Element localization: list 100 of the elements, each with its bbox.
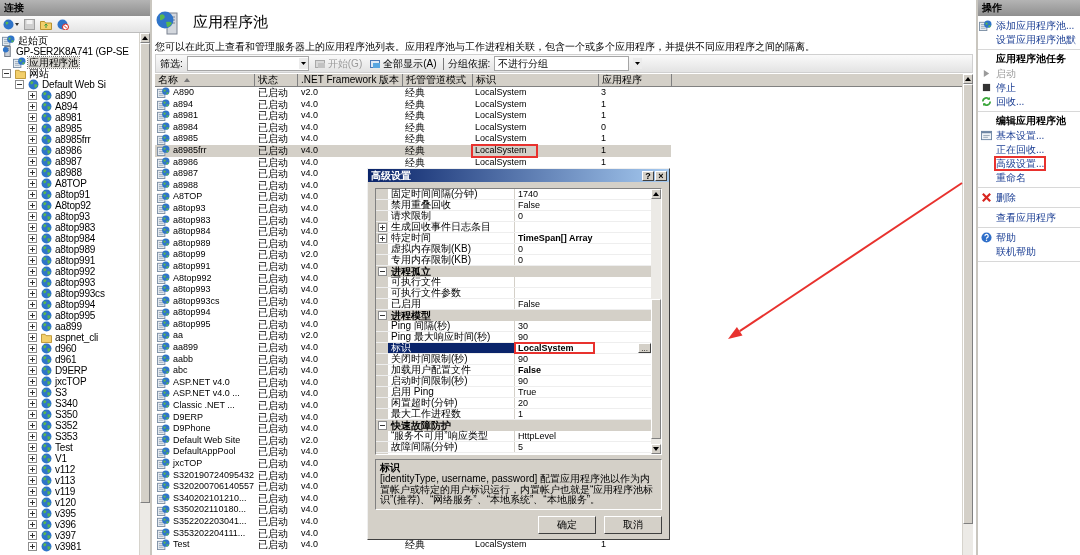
table-cell-text: 经典 (404, 144, 425, 157)
table-cell-text: v4.0 (300, 539, 318, 551)
table-cell-text: v4.0 (300, 260, 318, 273)
table-cell-text: 已启动 (257, 492, 288, 505)
table-cell: a8top989 (172, 237, 211, 250)
table-cell-text: 已启动 (257, 307, 288, 319)
table-cell-text: 已启动 (257, 226, 288, 238)
table-cell-text: 已启动 (257, 249, 288, 261)
table-cell-text: 已启动 (257, 272, 288, 284)
table-cell: a8top984 (172, 226, 211, 238)
table-cell-text: LocalSystem (474, 98, 528, 111)
table-cell-text: 已启动 (257, 98, 288, 110)
table-cell-text: 已启动 (257, 388, 288, 400)
table-cell-text: LocalSystem (474, 539, 528, 551)
table-cell: A890 (172, 87, 195, 99)
table-cell-text: 1 (600, 110, 606, 122)
table-cell: a8984 (172, 121, 199, 134)
table-cell-text: v4.0 (300, 515, 318, 528)
table-cell-text: 已启动 (257, 330, 288, 342)
table-cell-text: 已启动 (257, 527, 288, 539)
table-cell-text: 已启动 (257, 133, 288, 145)
table-cell-text: v4.0 (300, 342, 318, 354)
table-cell-text: 1 (600, 539, 606, 551)
description-text: [identityType, username, password] 配置应用程序池以作为内置帐户或特定的用户标识运行，内置帐户也就是“应用程序池标识”(推荐)、“网络服务”、“本地系统”、“本地服务”。 (380, 474, 655, 506)
table-cell-text: v4.0 (300, 481, 318, 493)
table-cell-text: 已启动 (257, 87, 288, 99)
table-cell-text: 已启动 (257, 481, 288, 493)
table-cell-text: v2.0 (300, 330, 318, 343)
table-cell: Classic .NET ... (172, 400, 235, 412)
table-cell-text: 已启动 (257, 179, 288, 191)
table-cell-text: 已启动 (257, 504, 288, 516)
table-cell: a8986 (172, 156, 199, 169)
table-cell-text: v4.0 (300, 411, 318, 424)
table-cell-text: 已启动 (257, 202, 288, 215)
table-cell-text: v4.0 (300, 168, 318, 180)
table-cell-text: 已启动 (257, 214, 288, 226)
table-cell-text: 已启动 (257, 515, 288, 528)
table-cell-text: 已启动 (257, 295, 288, 307)
table-cell: jxcTOP (172, 458, 203, 470)
table-cell-text: 已启动 (257, 342, 288, 354)
table-cell: a894 (172, 98, 194, 111)
table-cell-text: 已启动 (257, 110, 288, 122)
table-cell-text: v4.0 (300, 318, 318, 331)
table-cell: a8top993 (172, 284, 211, 296)
table-cell-text: v4.0 (300, 504, 318, 516)
table-cell: S352202203041... (172, 515, 247, 528)
table-cell-text: v4.0 (300, 458, 318, 470)
table-cell-text: 1 (600, 133, 606, 145)
table-cell-text: 已启动 (257, 423, 288, 435)
table-cell-text: 3 (600, 87, 606, 99)
table-cell: ASP.NET v4.0 ... (172, 388, 240, 401)
table-cell: S350202110180... (172, 504, 246, 516)
dialog-title: 高级设置 (371, 168, 411, 183)
table-cell-text: 经典 (404, 98, 425, 110)
table-cell-text: v4.0 (300, 469, 318, 482)
table-cell: a8top994 (172, 307, 211, 319)
table-cell-text: 已启动 (257, 446, 288, 458)
table-cell-text: v4.0 (300, 527, 318, 540)
table-cell-text: LocalSystem (474, 133, 528, 145)
table-cell-text: 已启动 (257, 411, 288, 423)
table-cell-text: v2.0 (300, 434, 318, 447)
table-cell-text: 已启动 (257, 168, 288, 180)
page-title: 应用程序池 (193, 12, 268, 32)
table-cell-text: 经典 (404, 156, 425, 169)
table-cell-text: v4.0 (300, 376, 318, 389)
table-cell-text: v4.0 (300, 272, 318, 285)
table-cell-text: v2.0 (300, 249, 318, 261)
table-cell-text: v4.0 (300, 388, 318, 401)
table-cell-text: 已启动 (257, 365, 288, 377)
table-cell-text: v4.0 (300, 226, 318, 238)
table-cell-text: 已启动 (257, 434, 288, 447)
table-cell: a8top991 (172, 260, 211, 273)
table-cell: Test (172, 539, 190, 551)
section-heading: 应用程序池任务 (995, 52, 1067, 66)
table-cell-text: v4.0 (300, 307, 318, 319)
category-label: 进程模型 (390, 310, 431, 321)
table-cell-text: v4.0 (300, 133, 318, 145)
table-cell-text: 已启动 (257, 191, 288, 203)
table-cell-text: v4.0 (300, 110, 318, 122)
table-cell: A8top992 (172, 272, 212, 285)
table-cell-text: v4.0 (300, 237, 318, 250)
table-cell: S320190724095432 (172, 469, 255, 482)
table-cell: S353202204111... (172, 527, 246, 540)
table-cell-text: v4.0 (300, 353, 318, 366)
table-cell: D9ERP (172, 411, 203, 424)
table-cell: DefaultAppPool (172, 446, 236, 458)
section-heading: 编辑应用程序池 (995, 114, 1067, 128)
table-cell-text: 1 (600, 144, 606, 157)
table-cell: a8985frr (172, 144, 207, 157)
table-cell-text: LocalSystem (474, 156, 528, 169)
table-cell: Default Web Site (172, 434, 241, 447)
table-cell-text: 经典 (404, 87, 425, 99)
table-cell-text: 已启动 (257, 121, 288, 134)
table-cell-text: 1 (600, 98, 606, 111)
table-cell: aa (172, 330, 183, 343)
table-cell-text: 已启动 (257, 284, 288, 296)
table-cell-text: v4.0 (300, 179, 318, 192)
table-cell: aa899 (172, 342, 199, 354)
table-cell-text: 已启动 (257, 144, 288, 157)
table-cell: a8top983 (172, 214, 211, 227)
